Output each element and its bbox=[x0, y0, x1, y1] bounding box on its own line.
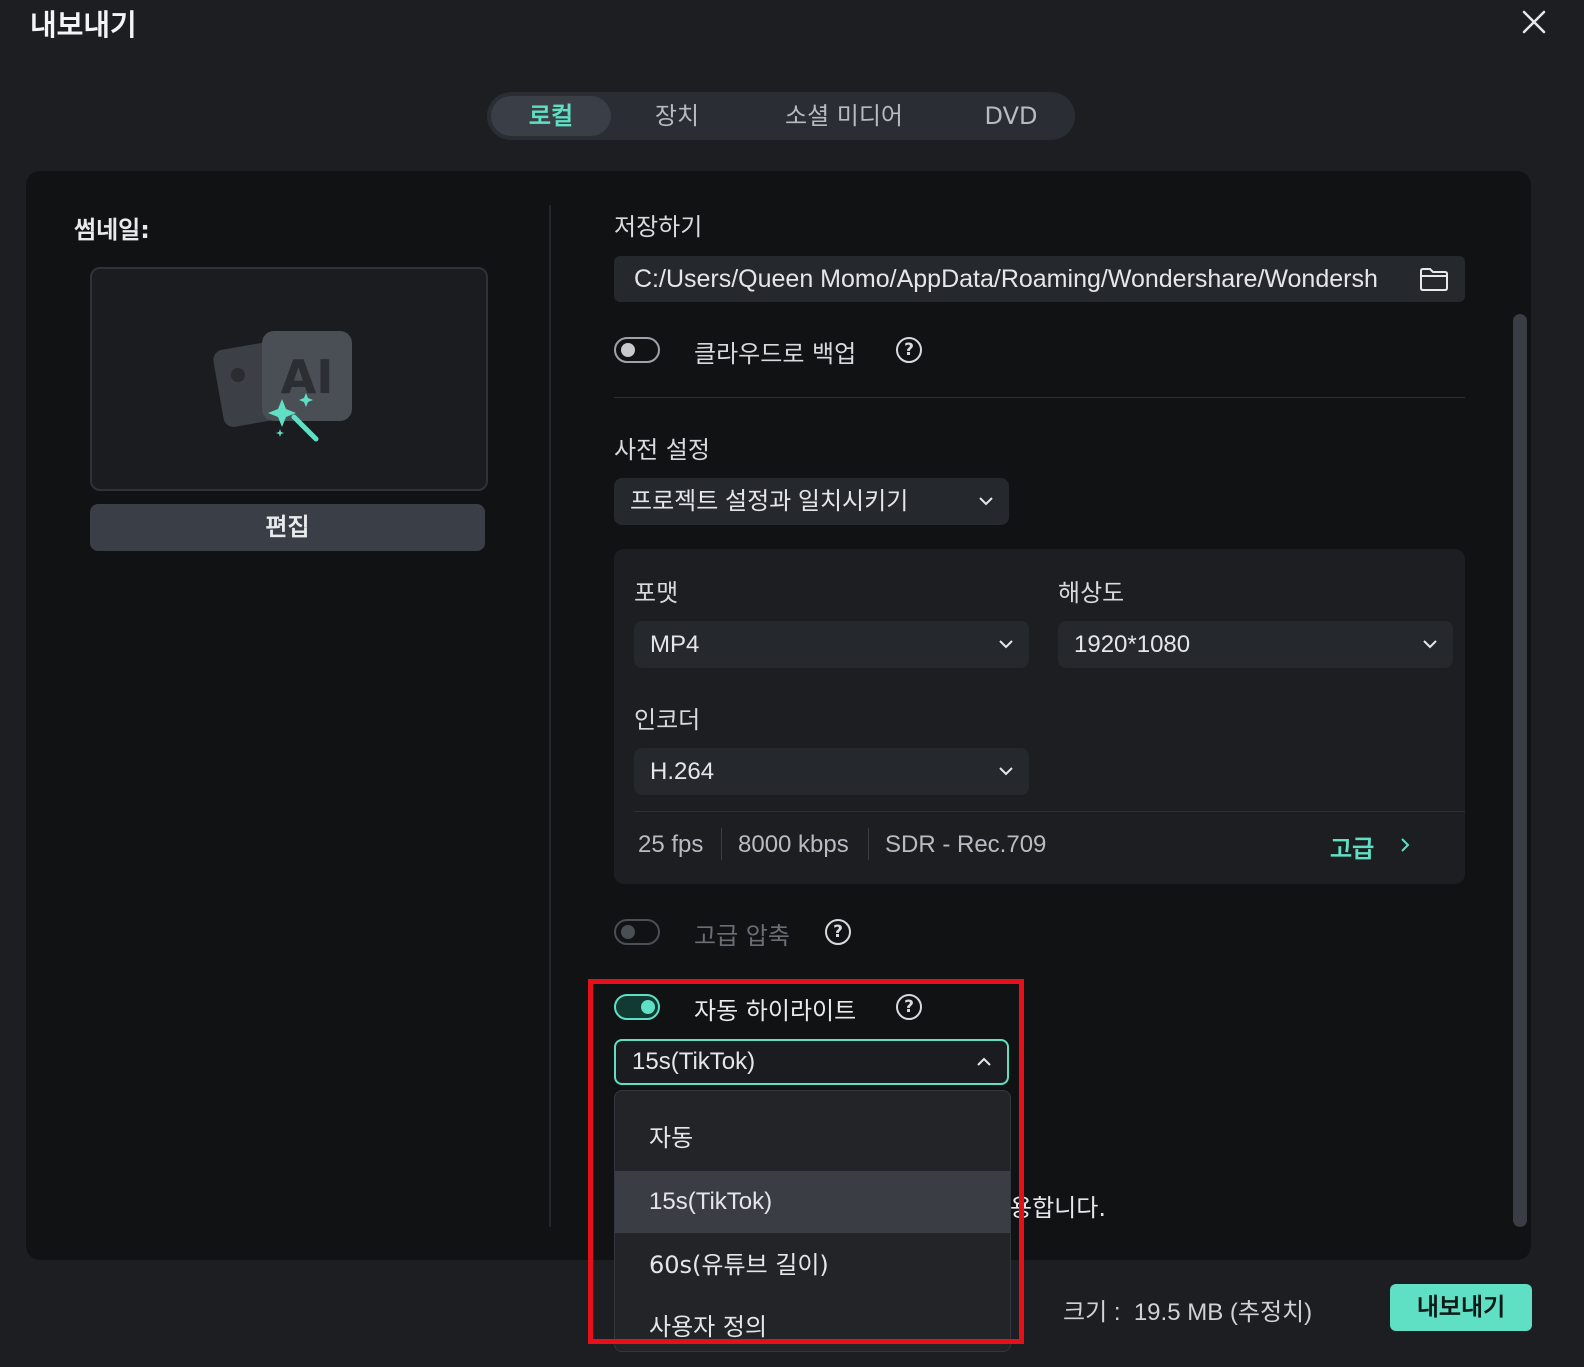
advanced-compression-help-icon[interactable]: ? bbox=[825, 919, 851, 945]
chevron-down-icon bbox=[1423, 640, 1437, 649]
panel-divider bbox=[549, 205, 551, 1227]
encoder-value: H.264 bbox=[650, 758, 715, 785]
advanced-compression-label: 고급 압축 bbox=[694, 922, 790, 950]
cloud-backup-help-icon[interactable]: ? bbox=[896, 337, 922, 363]
chevron-right-icon[interactable] bbox=[1397, 836, 1413, 854]
tab-device[interactable]: 장치 bbox=[617, 92, 737, 140]
window-title: 내보내기 bbox=[30, 8, 137, 42]
partial-description-text: 용합니다. bbox=[1010, 1194, 1106, 1222]
chevron-down-icon bbox=[999, 640, 1013, 649]
folder-icon[interactable] bbox=[1419, 266, 1449, 292]
ai-image-icon: AI bbox=[213, 331, 352, 442]
close-icon[interactable] bbox=[1518, 6, 1550, 38]
save-path-text: C:/Users/Queen Momo/AppData/Roaming/Wond… bbox=[634, 265, 1378, 293]
meta-separator bbox=[868, 828, 869, 860]
save-path-field[interactable]: C:/Users/Queen Momo/AppData/Roaming/Wond… bbox=[614, 256, 1465, 302]
encoder-select[interactable]: H.264 bbox=[634, 748, 1029, 795]
tab-dvd[interactable]: DVD bbox=[951, 92, 1071, 140]
estimated-size-text: 크기 : 19.5 MB (추정치) bbox=[1063, 1299, 1313, 1326]
section-divider bbox=[614, 397, 1465, 398]
resolution-label: 해상도 bbox=[1058, 579, 1125, 607]
preset-label: 사전 설정 bbox=[614, 436, 710, 464]
encoder-label: 인코더 bbox=[634, 706, 701, 734]
thumbnail-preview: AI bbox=[90, 267, 488, 491]
fps-text: 25 fps bbox=[638, 831, 704, 858]
meta-divider bbox=[634, 811, 1465, 812]
scrollbar[interactable] bbox=[1513, 314, 1527, 1227]
resolution-select[interactable]: 1920*1080 bbox=[1058, 621, 1453, 668]
preset-value: 프로젝트 설정과 일치시키기 bbox=[630, 488, 909, 515]
highlight-annotation-box bbox=[588, 979, 1024, 1344]
edit-thumbnail-button[interactable]: 편집 bbox=[90, 504, 485, 551]
tab-bar: 로컬 장치 소셜 미디어 DVD bbox=[487, 92, 1075, 140]
tab-social-media[interactable]: 소셜 미디어 bbox=[749, 92, 939, 140]
save-label: 저장하기 bbox=[614, 213, 703, 241]
format-value: MP4 bbox=[650, 631, 700, 658]
format-label: 포맷 bbox=[634, 579, 679, 607]
cloud-backup-toggle[interactable] bbox=[614, 337, 660, 363]
format-select[interactable]: MP4 bbox=[634, 621, 1029, 668]
advanced-compression-toggle[interactable] bbox=[614, 919, 660, 945]
meta-separator bbox=[721, 828, 722, 860]
chevron-down-icon bbox=[979, 497, 993, 506]
tab-local[interactable]: 로컬 bbox=[491, 96, 611, 136]
preset-select[interactable]: 프로젝트 설정과 일치시키기 bbox=[614, 478, 1009, 525]
cloud-backup-label: 클라우드로 백업 bbox=[694, 340, 857, 368]
chevron-down-icon bbox=[999, 767, 1013, 776]
color-space-text: SDR - Rec.709 bbox=[885, 831, 1047, 858]
export-button[interactable]: 내보내기 bbox=[1390, 1284, 1532, 1331]
bitrate-text: 8000 kbps bbox=[738, 831, 849, 858]
advanced-settings-link[interactable]: 고급 bbox=[1330, 829, 1374, 864]
resolution-value: 1920*1080 bbox=[1074, 631, 1191, 658]
thumbnail-label: 썸네일: bbox=[74, 216, 150, 244]
